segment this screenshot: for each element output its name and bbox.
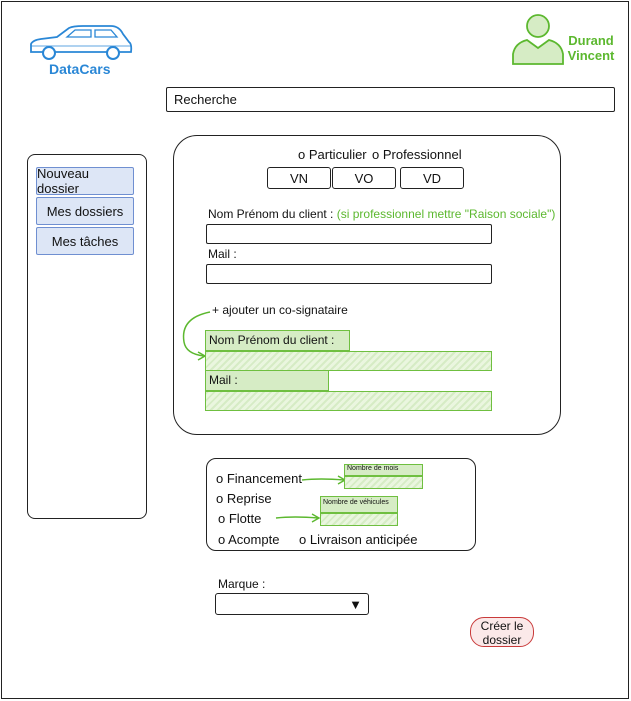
mail-input[interactable] [206, 264, 492, 284]
mail-label: Mail : [208, 247, 237, 261]
arrow-right-icon [301, 475, 347, 485]
client-name-hint: (si professionnel mettre "Raison sociale… [336, 207, 556, 221]
cosigner-mail-label: Mail : [205, 370, 329, 391]
brand-name: DataCars [49, 61, 111, 77]
car-logo-icon [30, 25, 133, 60]
add-cosigner-link[interactable]: + ajouter un co-signataire [212, 303, 348, 317]
nb-vehicules-input[interactable] [320, 513, 398, 526]
user-name[interactable]: Durand Vincent [566, 33, 616, 63]
dropdown-triangle-icon: ▼ [349, 597, 362, 612]
sidebar-item-nouveau-dossier[interactable]: Nouveau dossier [36, 166, 134, 196]
radio-particulier[interactable]: o Particulier [298, 147, 367, 162]
create-button-line2: dossier [482, 633, 522, 647]
sidebar-item-mes-taches[interactable]: Mes tâches [36, 227, 134, 255]
cosigner-mail-input[interactable] [205, 391, 492, 411]
checkbox-flotte[interactable]: o Flotte [218, 511, 261, 526]
radio-professionnel[interactable]: o Professionnel [372, 147, 462, 162]
create-dossier-button[interactable]: Créer le dossier [470, 617, 534, 647]
client-name-label-text: Nom Prénom du client : [208, 207, 334, 221]
marque-label: Marque : [218, 577, 266, 591]
tab-vd[interactable]: VD [400, 167, 464, 189]
nb-mois-label: Nombre de mois [344, 464, 423, 476]
tab-vn[interactable]: VN [267, 167, 331, 189]
checkbox-financement[interactable]: o Financement [216, 471, 302, 486]
arrow-right-icon [275, 513, 321, 523]
search-bar[interactable]: Recherche [166, 87, 615, 112]
client-name-label: Nom Prénom du client : (si professionnel… [208, 207, 555, 221]
checkbox-reprise[interactable]: o Reprise [216, 491, 272, 506]
tab-vo[interactable]: VO [332, 167, 396, 189]
client-name-input[interactable] [206, 224, 492, 244]
user-first-name: Durand [568, 33, 614, 48]
sidebar-item-mes-dossiers[interactable]: Mes dossiers [36, 197, 134, 225]
create-button-line1: Créer le [480, 619, 524, 633]
nb-vehicules-label: Nombre de véhicules [320, 496, 398, 513]
marque-select[interactable]: ▼ [215, 593, 369, 615]
sidebar: Nouveau dossier Mes dossiers Mes tâches [27, 154, 147, 519]
checkbox-acompte[interactable]: o Acompte [218, 532, 279, 547]
user-last-name: Vincent [567, 48, 615, 63]
cosigner-name-label: Nom Prénom du client : [205, 330, 350, 351]
cosigner-name-input[interactable] [205, 351, 492, 371]
checkbox-livraison-anticipee[interactable]: o Livraison anticipée [299, 532, 418, 547]
nb-mois-input[interactable] [344, 476, 423, 489]
user-avatar-icon[interactable] [510, 12, 564, 66]
